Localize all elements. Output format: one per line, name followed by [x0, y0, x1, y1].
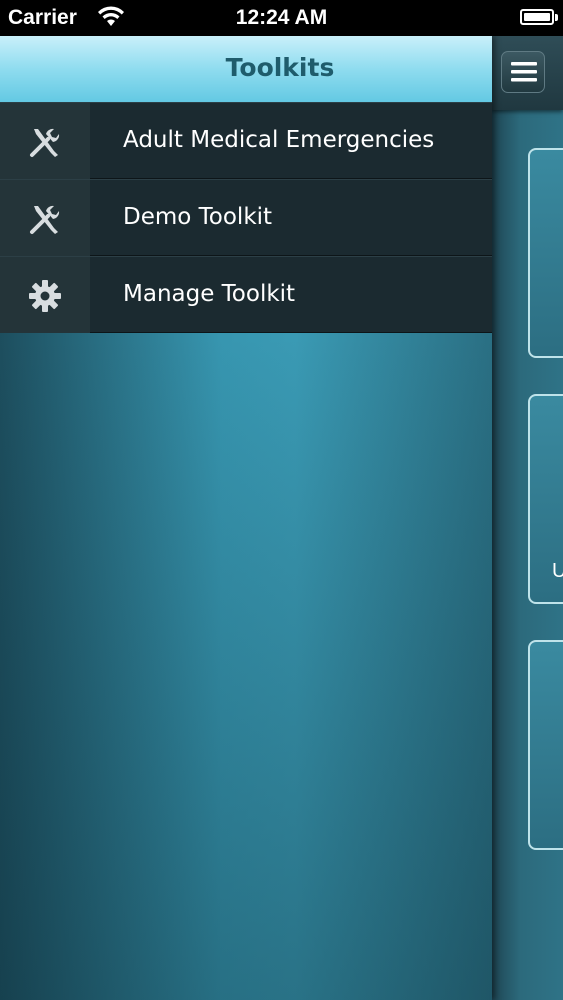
toolkits-drawer: Toolkits Adult Medical Emergencies Demo …	[0, 36, 492, 1000]
gear-icon	[29, 280, 61, 312]
toolkit-card-2[interactable]: U	[528, 394, 563, 604]
drawer-title: Toolkits	[225, 53, 335, 82]
menu-item-label: Demo Toolkit	[123, 204, 273, 230]
main-view-header	[492, 36, 563, 110]
menu-item-adult-medical-emergencies[interactable]: Adult Medical Emergencies	[0, 102, 492, 179]
battery-icon	[520, 9, 554, 25]
wrench-screwdriver-icon	[30, 128, 60, 157]
menu-item-label: Adult Medical Emergencies	[123, 127, 435, 153]
menu-toggle-button[interactable]	[501, 51, 545, 93]
main-view-edge: U	[492, 36, 563, 1000]
hamburger-menu-icon	[511, 62, 537, 82]
toolkit-card-3[interactable]	[528, 640, 563, 850]
menu-item-icon-cell	[0, 180, 90, 256]
status-bar: Carrier 12:24 AM	[0, 0, 563, 36]
menu-item-label: Manage Toolkit	[123, 281, 296, 307]
menu-item-icon-cell	[0, 257, 90, 333]
toolkit-card-1[interactable]	[528, 148, 563, 358]
drawer-header: Toolkits	[0, 36, 492, 103]
wrench-screwdriver-icon	[30, 205, 60, 234]
toolkit-menu-list: Adult Medical Emergencies Demo Toolkit M…	[0, 102, 492, 333]
menu-item-manage-toolkit[interactable]: Manage Toolkit	[0, 256, 492, 333]
menu-item-demo-toolkit[interactable]: Demo Toolkit	[0, 179, 492, 256]
battery-tip	[555, 14, 558, 21]
menu-item-icon-cell	[0, 103, 90, 179]
status-time: 12:24 AM	[235, 6, 328, 29]
card-label-fragment: U	[552, 560, 563, 582]
